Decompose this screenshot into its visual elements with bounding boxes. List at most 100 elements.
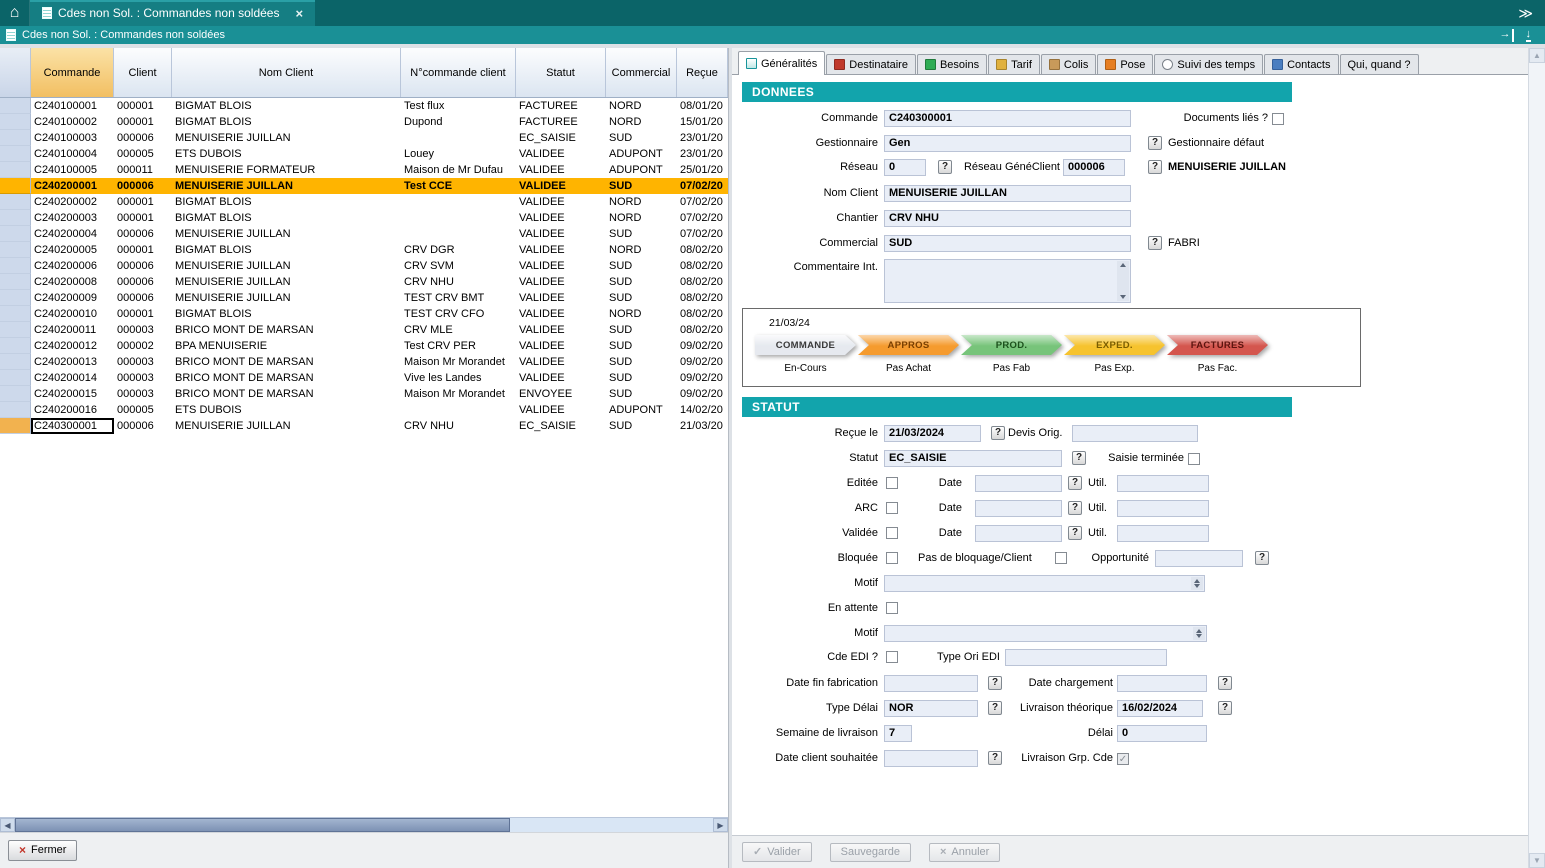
table-row[interactable]: C240100002000001BIGMAT BLOISDupondFACTUR…	[0, 114, 728, 130]
cde-edi-checkbox[interactable]	[886, 651, 898, 663]
row-selector[interactable]	[0, 258, 31, 274]
row-selector[interactable]	[0, 290, 31, 306]
column-header[interactable]: Statut	[516, 48, 606, 97]
scroll-up-icon[interactable]: ▲	[1529, 48, 1545, 63]
column-header[interactable]: Nom Client	[172, 48, 401, 97]
tab-close-icon[interactable]: ×	[295, 6, 303, 21]
row-selector[interactable]	[0, 386, 31, 402]
column-header[interactable]: Client	[114, 48, 172, 97]
commande-field[interactable]: C240300001	[884, 110, 1131, 127]
row-selector[interactable]	[0, 242, 31, 258]
column-header[interactable]: Reçue	[677, 48, 728, 97]
sauvegarde-button[interactable]: Sauvegarde	[830, 843, 911, 862]
spinner-icon[interactable]	[1191, 577, 1203, 590]
nom-client-field[interactable]: MENUISERIE JUILLAN	[884, 185, 1131, 202]
arc-date-field[interactable]	[975, 500, 1062, 517]
livraison-field[interactable]: 16/02/2024	[1117, 700, 1203, 717]
bloquee-checkbox[interactable]	[886, 552, 898, 564]
annuler-button[interactable]: × Annuler	[929, 843, 1000, 862]
vertical-scrollbar[interactable]: ▲ ▼	[1528, 48, 1545, 868]
column-header[interactable]: N°commande client	[401, 48, 516, 97]
devis-field[interactable]	[1072, 425, 1198, 442]
table-row[interactable]: C240100003000006MENUISERIE JUILLANEC_SAI…	[0, 130, 728, 146]
scroll-right-icon[interactable]: ▶	[713, 818, 728, 832]
opportunite-field[interactable]	[1155, 550, 1243, 567]
scroll-left-icon[interactable]: ◀	[0, 818, 15, 832]
table-row[interactable]: C240100001000001BIGMAT BLOISTest fluxFAC…	[0, 98, 728, 114]
reseau-gene-field[interactable]: 000006	[1063, 159, 1125, 176]
row-selector[interactable]	[0, 210, 31, 226]
table-row[interactable]: C240200002000001BIGMAT BLOISVALIDEENORD0…	[0, 194, 728, 210]
tab-besoins[interactable]: Besoins	[917, 54, 987, 74]
table-row[interactable]: C240200011000003BRICO MONT DE MARSANCRV …	[0, 322, 728, 338]
motif-combo[interactable]	[884, 625, 1207, 642]
table-row[interactable]: C240200016000005ETS DUBOISVALIDEEADUPONT…	[0, 402, 728, 418]
tab-g-n-ralit-s[interactable]: Généralités	[738, 51, 825, 75]
row-selector[interactable]	[0, 226, 31, 242]
overflow-chevrons-icon[interactable]: ≫	[1518, 0, 1545, 26]
tab-qui-quand-[interactable]: Qui, quand ?	[1340, 54, 1419, 74]
pas-bloquage-checkbox[interactable]	[1055, 552, 1067, 564]
table-row[interactable]: C240200009000006MENUISERIE JUILLANTEST C…	[0, 290, 728, 306]
table-row[interactable]: C240200012000002BPA MENUISERIETest CRV P…	[0, 338, 728, 354]
scroll-down-icon[interactable]: ▼	[1529, 853, 1545, 868]
date-chargement-field[interactable]	[1117, 675, 1207, 692]
arc-util-field[interactable]	[1117, 500, 1209, 517]
table-row[interactable]: C240100005000011MENUISERIE FORMATEURMais…	[0, 162, 728, 178]
recue-field[interactable]: 21/03/2024	[884, 425, 981, 442]
commentaire-field[interactable]	[884, 259, 1131, 303]
row-selector[interactable]	[0, 146, 31, 162]
horizontal-scrollbar[interactable]: ◀ ▶	[0, 817, 728, 832]
livraison-grp-checkbox[interactable]: ✓	[1117, 753, 1129, 765]
export-icon[interactable]: →	[1500, 29, 1514, 42]
help-button[interactable]: ?	[1148, 160, 1162, 174]
saisie-terminee-checkbox[interactable]	[1188, 453, 1200, 465]
semaine-field[interactable]: 7	[884, 725, 912, 742]
type-ori-field[interactable]	[1005, 649, 1167, 666]
scrollbar-thumb[interactable]	[15, 818, 510, 832]
column-header[interactable]: Commercial	[606, 48, 677, 97]
help-button[interactable]: ?	[1072, 451, 1086, 465]
type-delai-field[interactable]: NOR	[884, 700, 978, 717]
help-button[interactable]: ?	[988, 751, 1002, 765]
table-row[interactable]: C240200008000006MENUISERIE JUILLANCRV NH…	[0, 274, 728, 290]
download-icon[interactable]: ↓	[1526, 29, 1532, 42]
gestionnaire-field[interactable]: Gen	[884, 135, 1131, 152]
help-button[interactable]: ?	[991, 426, 1005, 440]
row-selector[interactable]	[0, 130, 31, 146]
row-selector[interactable]	[0, 322, 31, 338]
editee-util-field[interactable]	[1117, 475, 1209, 492]
reseau-field[interactable]: 0	[884, 159, 926, 176]
documents-lies-checkbox[interactable]	[1272, 113, 1284, 125]
fermer-button[interactable]: × Fermer	[8, 840, 77, 861]
statut-field[interactable]: EC_SAISIE	[884, 450, 1062, 467]
validee-util-field[interactable]	[1117, 525, 1209, 542]
row-selector[interactable]	[0, 98, 31, 114]
row-selector[interactable]	[0, 114, 31, 130]
table-row[interactable]: C240200006000006MENUISERIE JUILLANCRV SV…	[0, 258, 728, 274]
table-row[interactable]: C240300001000006MENUISERIE JUILLANCRV NH…	[0, 418, 728, 434]
help-button[interactable]: ?	[1068, 476, 1082, 490]
spinner-icon[interactable]	[1117, 261, 1129, 301]
tab-destinataire[interactable]: Destinataire	[826, 54, 916, 74]
help-button[interactable]: ?	[1148, 136, 1162, 150]
help-button[interactable]: ?	[988, 676, 1002, 690]
validee-date-field[interactable]	[975, 525, 1062, 542]
validee-checkbox[interactable]	[886, 527, 898, 539]
table-row[interactable]: C240200013000003BRICO MONT DE MARSANMais…	[0, 354, 728, 370]
row-selector[interactable]	[0, 194, 31, 210]
window-tab[interactable]: Cdes non Sol. : Commandes non soldées ×	[30, 0, 315, 26]
help-button[interactable]: ?	[1255, 551, 1269, 565]
row-selector[interactable]	[0, 306, 31, 322]
tab-tarif[interactable]: Tarif	[988, 54, 1040, 74]
select-all-header[interactable]	[0, 48, 31, 97]
table-row[interactable]: C240200010000001BIGMAT BLOISTEST CRV CFO…	[0, 306, 728, 322]
table-row[interactable]: C240200003000001BIGMAT BLOISVALIDEENORD0…	[0, 210, 728, 226]
column-header[interactable]: Commande	[31, 48, 114, 97]
editee-date-field[interactable]	[975, 475, 1062, 492]
motif-combo[interactable]	[884, 575, 1205, 592]
date-fin-field[interactable]	[884, 675, 978, 692]
valider-button[interactable]: ✓ Valider	[742, 842, 812, 862]
tab-pose[interactable]: Pose	[1097, 54, 1153, 74]
row-selector[interactable]	[0, 354, 31, 370]
